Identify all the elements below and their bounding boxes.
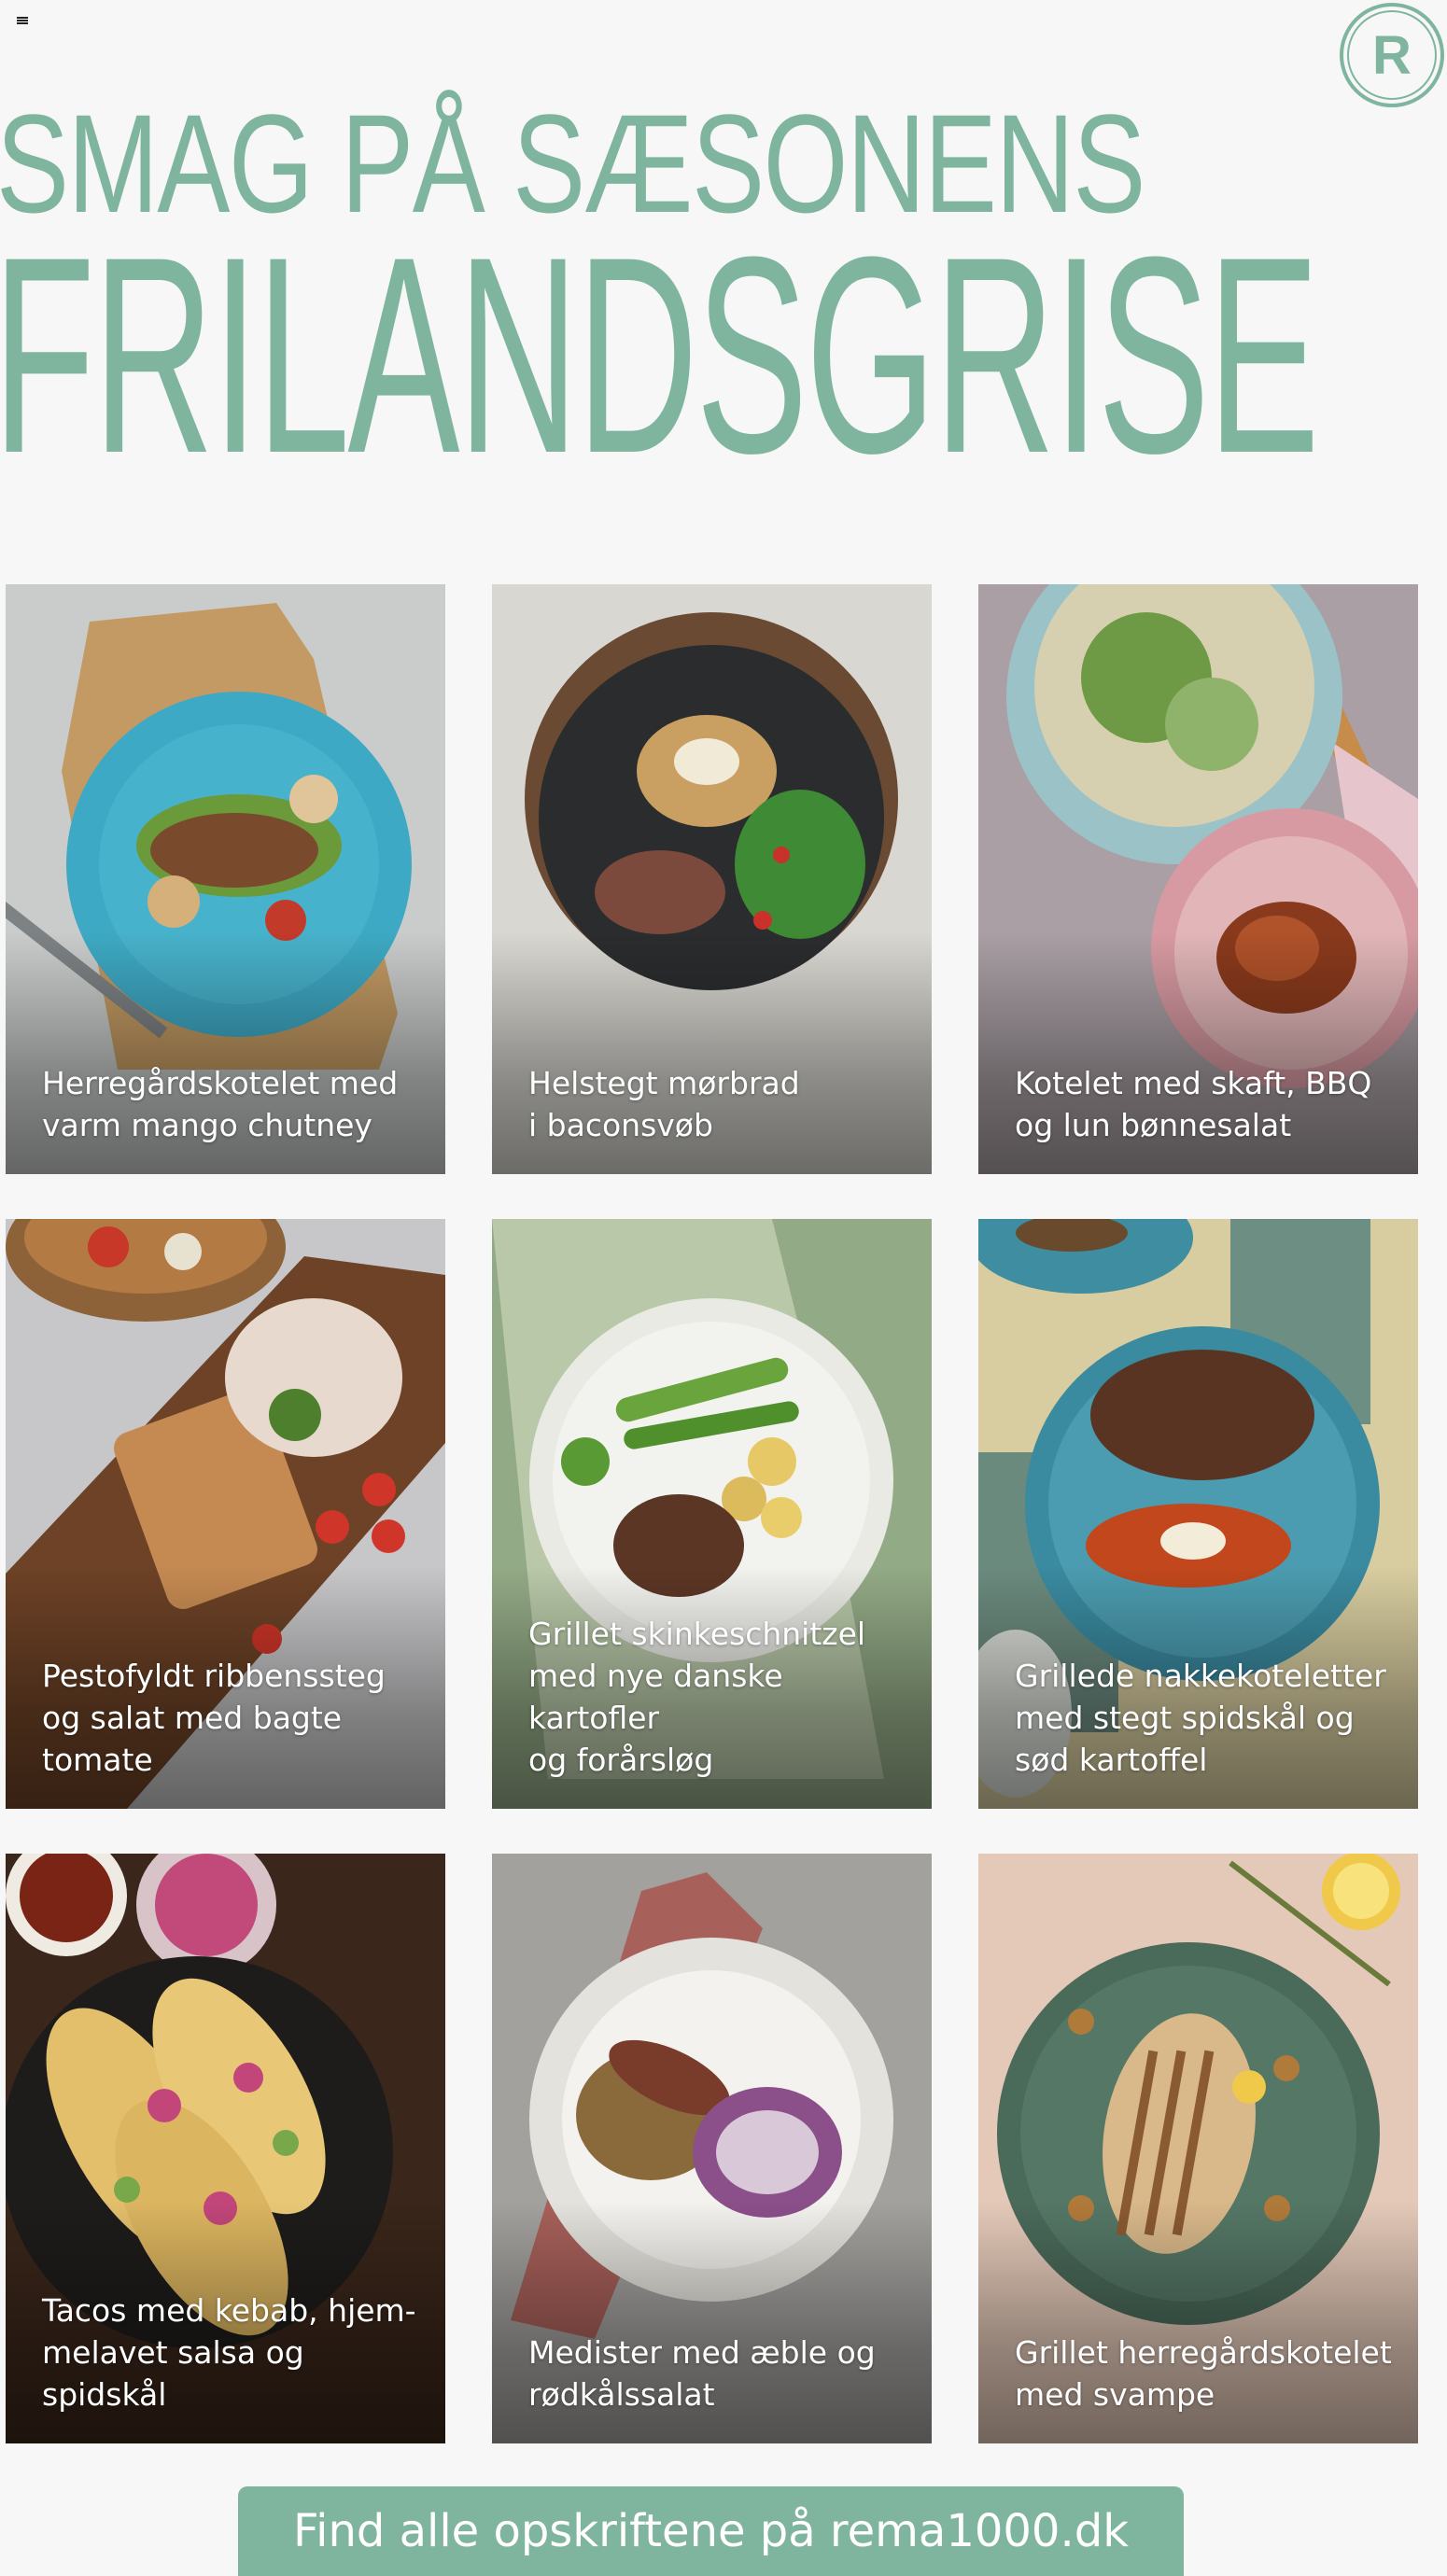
find-recipes-button[interactable]: Find alle opskriftene på rema1000.dk (238, 2486, 1184, 2576)
recipe-caption: Tacos med kebab, hjem- melavet salsa og … (42, 2292, 416, 2413)
recipe-caption: Medister med æble og rødkålssalat (528, 2334, 876, 2413)
recipe-caption: Grillet skinkeschnitzel med nye danske k… (528, 1616, 866, 1778)
recipe-caption: Grillet herregårdskotelet med svampe (1015, 2334, 1392, 2413)
recipe-card-moerbrad[interactable]: Helstegt mørbrad i baconsvøb (492, 584, 932, 1174)
recipe-caption: Grillede nakkekoteletter med stegt spids… (1015, 1658, 1386, 1778)
recipe-card-herregaardskotelet-svampe[interactable]: Grillet herregårdskotelet med svampe (978, 1854, 1418, 2443)
recipe-card-skinkeschnitzel[interactable]: Grillet skinkeschnitzel med nye danske k… (492, 1219, 932, 1809)
recipe-grid: Herregårdskotelet med varm mango chutney… (6, 584, 1418, 2443)
recipe-caption: Helstegt mørbrad i baconsvøb (528, 1065, 800, 1143)
recipe-caption: Pestofyldt ribbenssteg og salat med bagt… (42, 1658, 386, 1778)
rema-logo[interactable]: R (1337, 0, 1447, 110)
recipe-caption: Herregårdskotelet med varm mango chutney (42, 1065, 399, 1143)
recipe-card-ribbenssteg[interactable]: Pestofyldt ribbenssteg og salat med bagt… (6, 1219, 445, 1809)
menu-icon[interactable] (17, 17, 28, 24)
headline-line2: FRILANDSGRISE (0, 198, 1319, 511)
logo-letter: R (1372, 25, 1412, 86)
recipe-card-herregaardskotelet[interactable]: Herregårdskotelet med varm mango chutney (6, 584, 445, 1174)
recipe-card-kotelet-bbq[interactable]: Kotelet med skaft, BBQ og lun bønnesalat (978, 584, 1418, 1174)
recipe-caption: Kotelet med skaft, BBQ og lun bønnesalat (1015, 1065, 1372, 1143)
recipe-card-tacos[interactable]: Tacos med kebab, hjem- melavet salsa og … (6, 1854, 445, 2443)
recipe-card-nakkekoteletter[interactable]: Grillede nakkekoteletter med stegt spids… (978, 1219, 1418, 1809)
recipe-card-medister[interactable]: Medister med æble og rødkålssalat (492, 1854, 932, 2443)
